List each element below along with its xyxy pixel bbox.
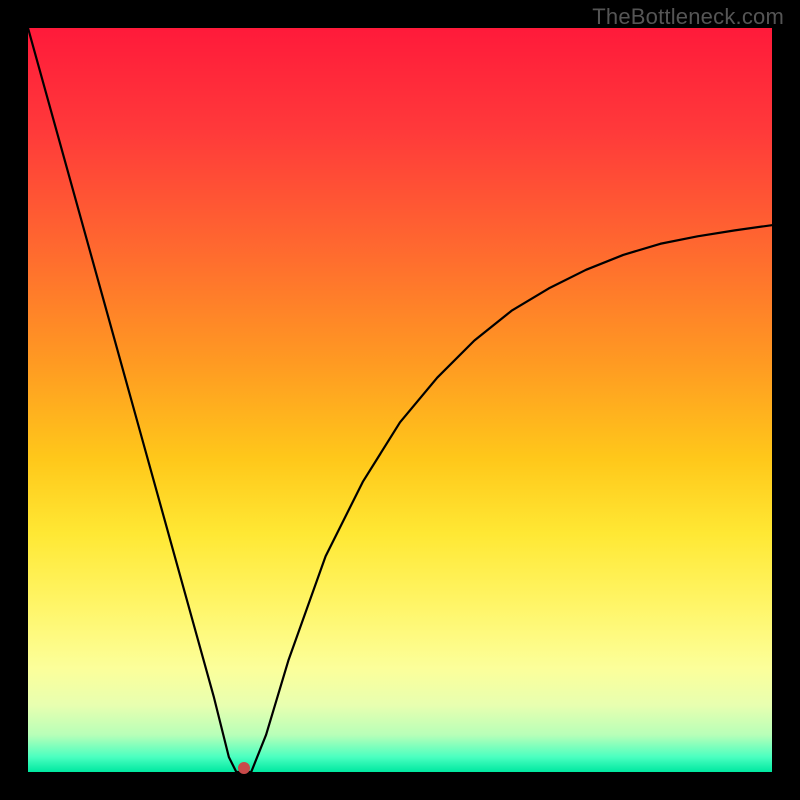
optimal-point-marker <box>238 762 250 774</box>
chart-gradient-background <box>28 28 772 772</box>
bottleneck-curve <box>28 28 772 772</box>
watermark-text: TheBottleneck.com <box>592 4 784 30</box>
